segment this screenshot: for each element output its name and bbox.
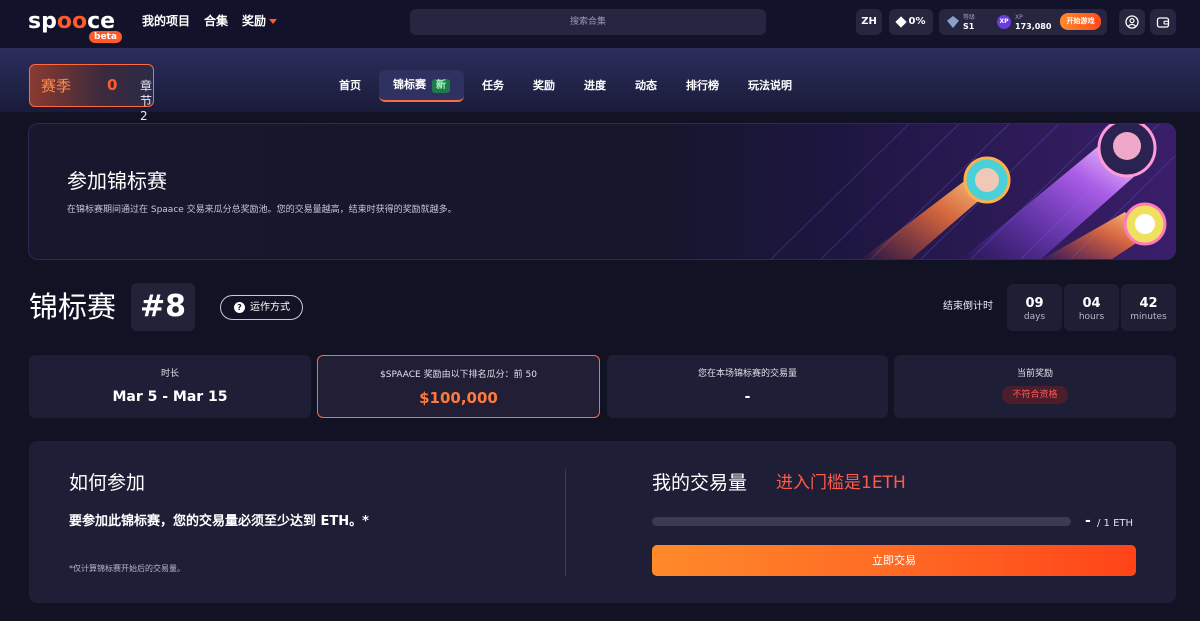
- participation-panel: 如何参加 要参加此锦标赛，您的交易量必须至少达到 ETH。* *仅计算锦标赛开始…: [29, 441, 1176, 603]
- nav-rewards-label: 奖励: [242, 14, 267, 28]
- season-number: 0: [107, 76, 118, 94]
- duration-value: Mar 5 - Mar 15: [112, 389, 228, 405]
- rank-value: S1: [963, 22, 975, 31]
- season-selector[interactable]: 赛季 0 章节 2: [29, 64, 154, 123]
- countdown-hours-value: 04: [1082, 296, 1101, 311]
- countdown-minutes-value: 42: [1139, 296, 1158, 311]
- top-nav: 我的项目 合集 奖励: [142, 13, 278, 29]
- current-reward-card: 当前奖励 不符合资格: [894, 355, 1176, 418]
- new-badge: 新: [432, 79, 450, 93]
- requirement-note: *仅计算锦标赛开始后的交易量。: [69, 564, 185, 573]
- tab-home[interactable]: 首页: [328, 71, 372, 101]
- search-input[interactable]: 搜索合集: [410, 9, 766, 35]
- tab-leaderboard[interactable]: 排行榜: [675, 71, 730, 101]
- countdown-minutes-unit: minutes: [1130, 312, 1167, 322]
- status-badge: 不符合资格: [1002, 386, 1068, 404]
- spaace-logo[interactable]: spooce beta: [28, 10, 122, 44]
- how-it-works-button[interactable]: ? 运作方式: [220, 295, 303, 320]
- volume-current: -: [1085, 513, 1091, 529]
- my-volume-value: -: [744, 389, 751, 405]
- nav-rewards-menu[interactable]: 奖励: [242, 13, 278, 29]
- chevron-down-icon: [269, 19, 278, 24]
- user-icon: [1125, 15, 1139, 29]
- requirement-text: 要参加此锦标赛，您的交易量必须至少达到 ETH。*: [69, 514, 369, 529]
- tab-how-to-play[interactable]: 玩法说明: [737, 71, 803, 101]
- xp-block[interactable]: XP XP 173,080: [997, 12, 1051, 32]
- tab-activity[interactable]: 动态: [624, 71, 668, 101]
- countdown-minutes: 42 minutes: [1121, 284, 1176, 331]
- xp-value: 173,080: [1015, 22, 1052, 31]
- entry-threshold: 进入门槛是1ETH: [776, 473, 906, 493]
- profile-button[interactable]: [1119, 9, 1145, 35]
- season-label: 赛季: [41, 77, 72, 95]
- countdown-hours: 04 hours: [1064, 284, 1119, 331]
- tab-tournament-label: 锦标赛: [393, 78, 426, 91]
- countdown-days-value: 09: [1025, 296, 1044, 311]
- start-game-button[interactable]: 开始游戏: [1060, 13, 1101, 30]
- hero-banner: 参加锦标赛 在锦标赛期间通过在 Spaace 交易来瓜分总奖励池。您的交易量越高…: [28, 123, 1176, 260]
- xp-icon: XP: [997, 15, 1011, 29]
- language-switch[interactable]: ZH: [856, 9, 882, 35]
- countdown-hours-unit: hours: [1078, 312, 1105, 322]
- prize-value: $100,000: [419, 389, 498, 407]
- tab-quests[interactable]: 任务: [471, 71, 515, 101]
- chapter-label: 章节 2: [140, 79, 153, 123]
- countdown-label: 结束倒计时: [943, 301, 993, 312]
- my-volume-title: 我的交易量: [652, 472, 748, 494]
- countdown-days: 09 days: [1007, 284, 1062, 331]
- tab-rewards[interactable]: 奖励: [522, 71, 566, 101]
- rank-block[interactable]: 等级 S1: [947, 12, 975, 32]
- my-volume-label: 您在本场锦标赛的交易量: [697, 369, 797, 379]
- prize-label: $SPAACE 奖励由以下排名瓜分：前 50: [380, 370, 537, 380]
- beta-badge: beta: [89, 31, 122, 43]
- diamond-icon: [894, 16, 907, 28]
- user-stats: 等级 S1 XP XP 173,080 开始游戏: [939, 9, 1107, 35]
- duration-card: 时长 Mar 5 - Mar 15: [29, 355, 311, 418]
- how-to-join-title: 如何参加: [69, 472, 146, 494]
- panel-divider: [565, 469, 566, 576]
- volume-target: / 1 ETH: [1097, 518, 1134, 529]
- duration-label: 时长: [160, 369, 179, 379]
- xp-label: XP: [1015, 14, 1023, 21]
- tab-tournament[interactable]: 锦标赛新: [379, 70, 464, 102]
- volume-progress-bar: [652, 517, 1071, 526]
- hero-description: 在锦标赛期间通过在 Spaace 交易来瓜分总奖励池。您的交易量越高，结束时获得…: [67, 205, 457, 215]
- hero-title: 参加锦标赛: [67, 169, 167, 193]
- gem-icon: [947, 16, 959, 28]
- meteor-illustration: [770, 124, 1175, 259]
- points-percent[interactable]: 0%: [889, 9, 933, 35]
- rank-label: 等级: [963, 14, 976, 21]
- current-reward-label: 当前奖励: [1016, 369, 1053, 379]
- tab-progress[interactable]: 进度: [573, 71, 617, 101]
- tournament-number: #8: [131, 283, 195, 331]
- prize-pool-card: $SPAACE 奖励由以下排名瓜分：前 50 $100,000: [317, 355, 600, 418]
- trade-now-button[interactable]: 立即交易: [652, 545, 1136, 576]
- percent-value: 0%: [908, 16, 926, 27]
- nav-collections[interactable]: 合集: [204, 13, 228, 29]
- nav-my-projects[interactable]: 我的项目: [142, 13, 190, 29]
- section-tabs: 首页 锦标赛新 任务 奖励 进度 动态 排行榜 玩法说明: [328, 70, 810, 102]
- my-volume-card: 您在本场锦标赛的交易量 -: [607, 355, 888, 418]
- how-it-works-label: 运作方式: [250, 302, 290, 313]
- top-bar: spooce beta 我的项目 合集 奖励 搜索合集 ZH 0% 等级 S1 X…: [0, 0, 1200, 48]
- question-icon: ?: [234, 302, 245, 313]
- tournament-title: 锦标赛: [29, 290, 117, 324]
- wallet-button[interactable]: [1150, 9, 1176, 35]
- countdown-days-unit: days: [1023, 312, 1046, 322]
- wallet-icon: [1156, 17, 1170, 28]
